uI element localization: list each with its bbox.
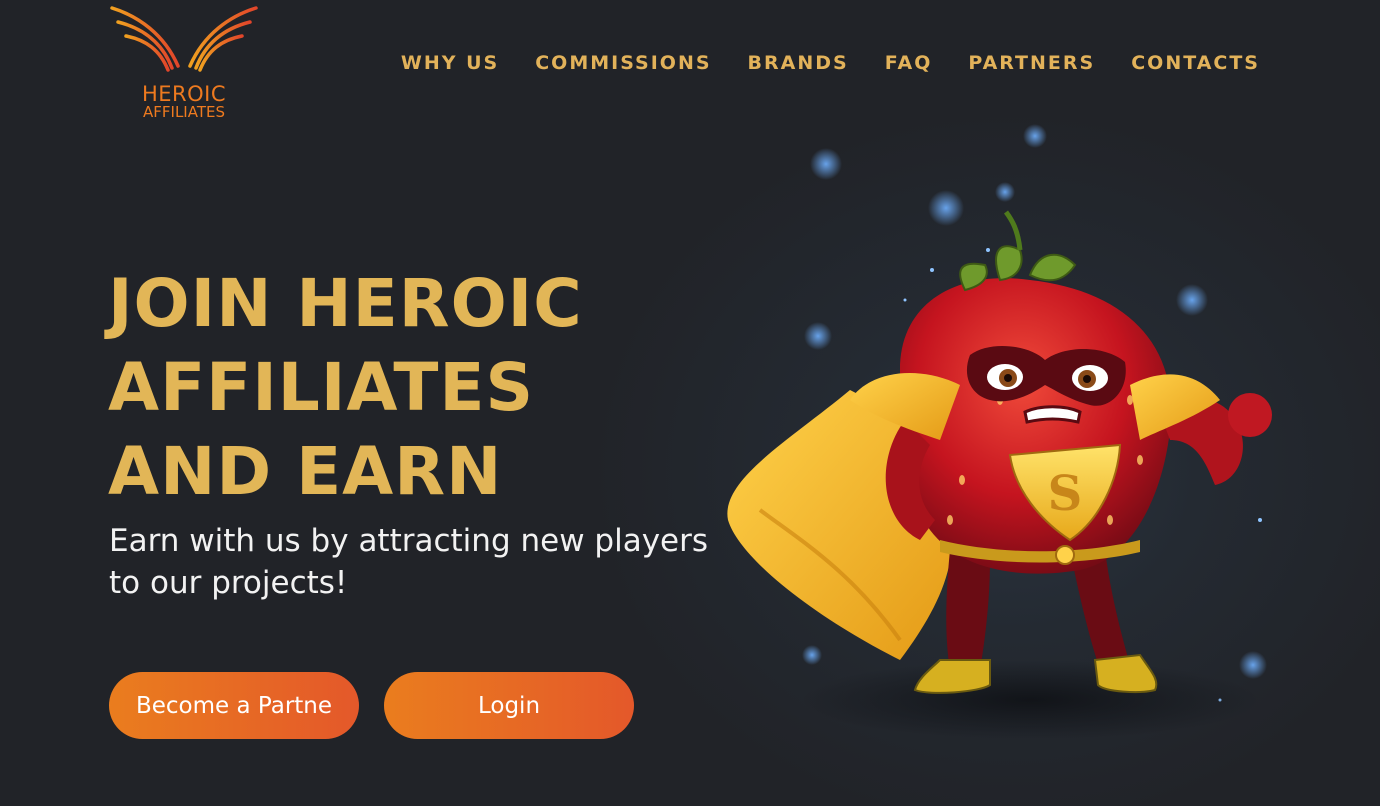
leaves bbox=[959, 210, 1077, 292]
superhero-strawberry-illustration: S bbox=[727, 124, 1272, 740]
headline-line: AND EARN bbox=[108, 433, 503, 510]
headline-line: AFFILIATES bbox=[108, 349, 535, 426]
hero-headline: JOIN HEROIC AFFILIATES AND EARN bbox=[108, 262, 728, 514]
become-partner-button[interactable]: Become a Partne bbox=[109, 672, 359, 739]
nav-contacts[interactable]: CONTACTS bbox=[1131, 52, 1260, 74]
headline-line: JOIN HEROIC bbox=[108, 265, 583, 342]
nav-faq[interactable]: FAQ bbox=[885, 52, 933, 74]
hero-subtitle: Earn with us by attracting new players t… bbox=[109, 520, 709, 604]
nav-partners[interactable]: PARTNERS bbox=[968, 52, 1095, 74]
nav-why-us[interactable]: WHY US bbox=[401, 52, 499, 74]
subtitle-line: to our projects! bbox=[109, 565, 348, 601]
svg-text:S: S bbox=[1048, 466, 1083, 522]
subtitle-line: Earn with us by attracting new players bbox=[109, 523, 709, 559]
main-nav: WHY US COMMISSIONS BRANDS FAQ PARTNERS C… bbox=[401, 52, 1260, 74]
wings-icon bbox=[110, 6, 258, 72]
landing-page: HEROIC AFFILIATES WHY US COMMISSIONS BRA… bbox=[0, 0, 1380, 806]
nav-commissions[interactable]: COMMISSIONS bbox=[535, 52, 711, 74]
nav-brands[interactable]: BRANDS bbox=[748, 52, 849, 74]
brand-subname: AFFILIATES bbox=[143, 103, 225, 121]
login-button[interactable]: Login bbox=[384, 672, 634, 739]
brand-logo[interactable]: HEROIC AFFILIATES bbox=[108, 4, 260, 124]
